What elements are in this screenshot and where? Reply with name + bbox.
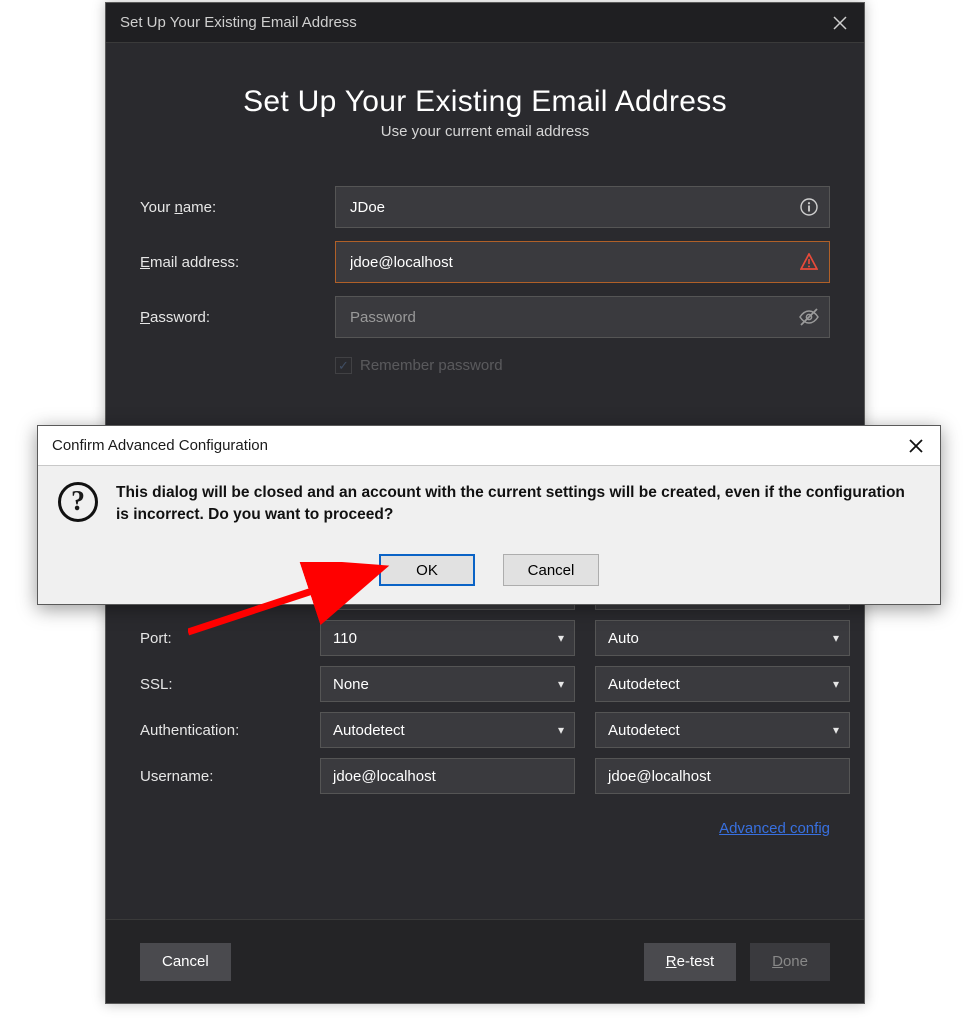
ssl-label: SSL: bbox=[140, 676, 300, 693]
chevron-down-icon: ▾ bbox=[833, 723, 839, 737]
incoming-auth-select[interactable]: Autodetect▾ bbox=[320, 712, 575, 748]
dialog-title: Confirm Advanced Configuration bbox=[52, 437, 268, 454]
confirm-advanced-config-dialog: Confirm Advanced Configuration ? This di… bbox=[37, 425, 941, 605]
chevron-down-icon: ▾ bbox=[833, 677, 839, 691]
done-button: Done bbox=[750, 943, 830, 981]
cancel-button[interactable]: Cancel bbox=[503, 554, 599, 586]
email-label: Email address: bbox=[140, 254, 335, 271]
titlebar-text: Set Up Your Existing Email Address bbox=[120, 14, 357, 31]
page-subtitle: Use your current email address bbox=[106, 123, 864, 140]
chevron-down-icon: ▾ bbox=[833, 631, 839, 645]
warning-icon bbox=[798, 251, 820, 273]
retest-button[interactable]: Re-test bbox=[644, 943, 736, 981]
outgoing-port-select[interactable]: Auto▾ bbox=[595, 620, 850, 656]
advanced-config-link[interactable]: Advanced config bbox=[719, 820, 830, 837]
remember-password-label: Remember password bbox=[360, 357, 503, 374]
outgoing-auth-select[interactable]: Autodetect▾ bbox=[595, 712, 850, 748]
chevron-down-icon: ▾ bbox=[558, 677, 564, 691]
titlebar: Set Up Your Existing Email Address bbox=[106, 3, 864, 43]
name-input[interactable] bbox=[335, 186, 830, 228]
remember-password-checkbox[interactable]: ✓ Remember password bbox=[335, 357, 864, 374]
question-icon: ? bbox=[58, 482, 98, 522]
password-label: Password: bbox=[140, 309, 335, 326]
port-label: Port: bbox=[140, 630, 300, 647]
password-input[interactable] bbox=[335, 296, 830, 338]
incoming-username-input[interactable]: jdoe@localhost bbox=[320, 758, 575, 794]
close-icon[interactable] bbox=[906, 436, 926, 456]
dialog-message: This dialog will be closed and an accoun… bbox=[116, 482, 920, 550]
info-icon[interactable] bbox=[798, 196, 820, 218]
name-label: Your name: bbox=[140, 199, 335, 216]
ok-button[interactable]: OK bbox=[379, 554, 475, 586]
close-icon[interactable] bbox=[830, 13, 850, 33]
cancel-button[interactable]: Cancel bbox=[140, 943, 231, 981]
outgoing-username-input[interactable]: jdoe@localhost bbox=[595, 758, 850, 794]
email-input[interactable] bbox=[335, 241, 830, 283]
username-label: Username: bbox=[140, 768, 300, 785]
incoming-ssl-select[interactable]: None▾ bbox=[320, 666, 575, 702]
eye-off-icon[interactable] bbox=[798, 306, 820, 328]
server-settings: Server: localhost localhost▾ Port: 110▾ … bbox=[140, 574, 830, 804]
incoming-port-select[interactable]: 110▾ bbox=[320, 620, 575, 656]
auth-label: Authentication: bbox=[140, 722, 300, 739]
chevron-down-icon: ▾ bbox=[558, 723, 564, 737]
page-title: Set Up Your Existing Email Address bbox=[106, 85, 864, 119]
outgoing-ssl-select[interactable]: Autodetect▾ bbox=[595, 666, 850, 702]
chevron-down-icon: ▾ bbox=[558, 631, 564, 645]
